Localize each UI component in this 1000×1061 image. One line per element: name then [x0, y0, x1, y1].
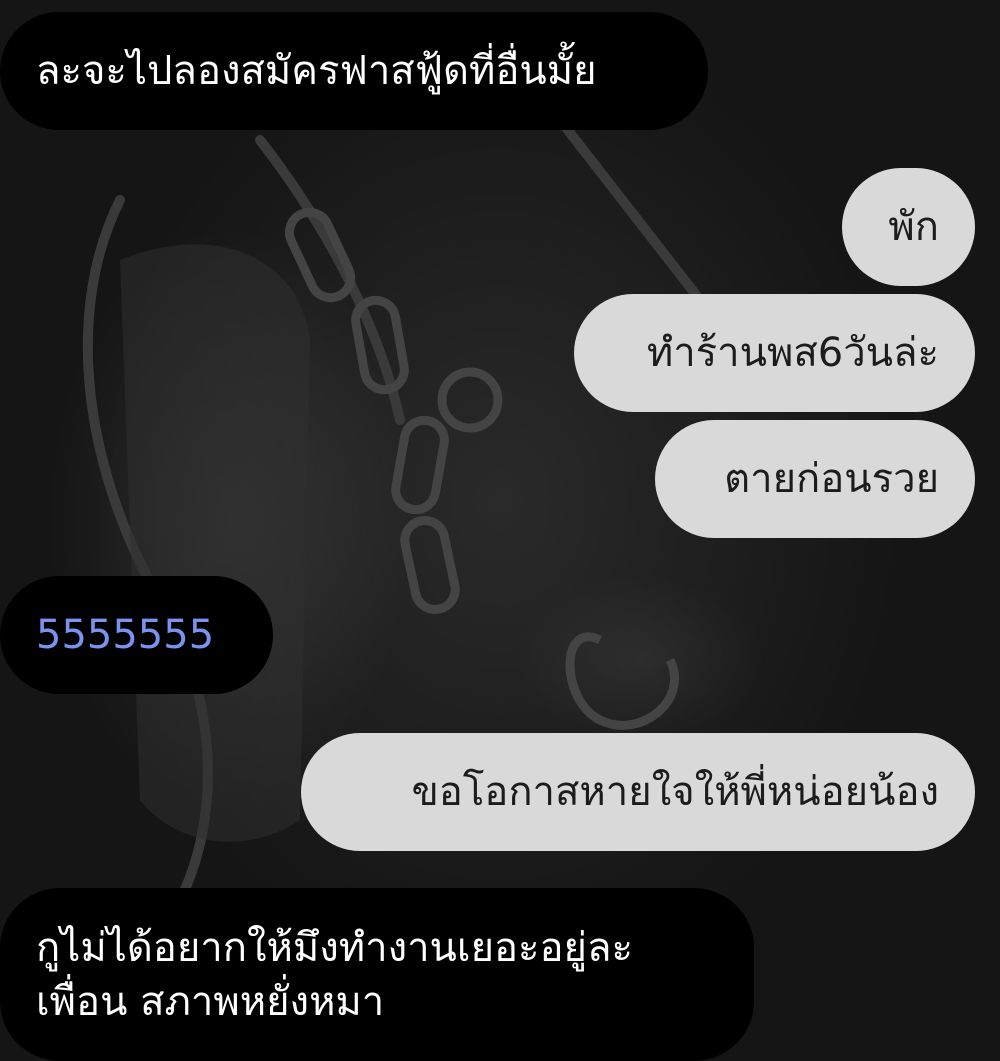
- message-bubble-incoming[interactable]: ละจะไปลองสมัครฟาสฟู้ดที่อื่นมั้ย: [0, 12, 708, 130]
- message-bubble-outgoing[interactable]: ตายก่อนรวย: [655, 420, 975, 538]
- message-text: ขอโอกาสหายใจให้พี่หน่อยน้อง: [411, 769, 939, 815]
- message-text: ทำร้านพส6วันล่ะ: [646, 330, 939, 376]
- message-text: ละจะไปลองสมัครฟาสฟู้ดที่อื่นมั้ย: [36, 48, 597, 94]
- message-bubble-incoming[interactable]: 5555555: [0, 576, 273, 694]
- message-text: ตายก่อนรวย: [724, 456, 939, 502]
- message-bubble-incoming[interactable]: กูไม่ได้อยากให้มึงทำงานเยอะอยู่ละ เพื่อน…: [0, 888, 754, 1061]
- message-bubble-outgoing[interactable]: ทำร้านพส6วันล่ะ: [574, 294, 975, 412]
- message-text-line: กูไม่ได้อยากให้มึงทำงานเยอะอยู่ละ: [36, 924, 633, 971]
- message-bubble-outgoing[interactable]: ขอโอกาสหายใจให้พี่หน่อยน้อง: [301, 733, 975, 851]
- message-text: พัก: [888, 204, 939, 250]
- message-text-line: เพื่อน สภาพหยั่งหมา: [36, 978, 385, 1025]
- message-bubble-outgoing[interactable]: พัก: [842, 168, 975, 286]
- message-text-link[interactable]: 5555555: [36, 608, 214, 662]
